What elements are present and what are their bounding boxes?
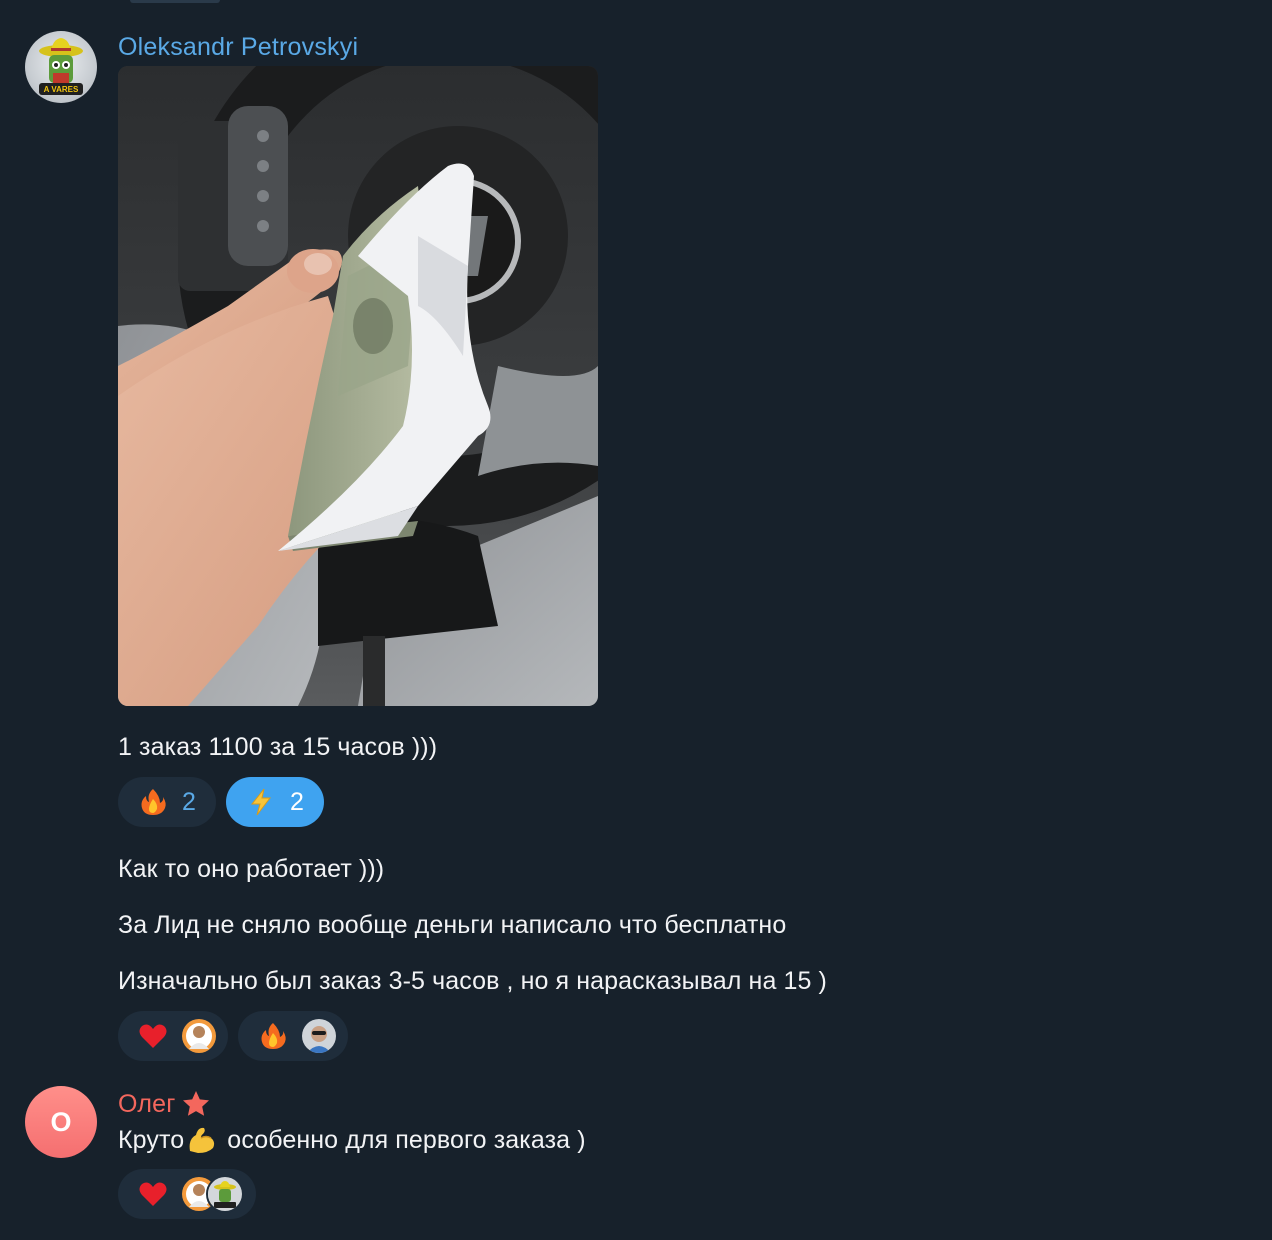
reaction-heart[interactable] — [118, 1169, 256, 1219]
avatar[interactable]: О — [25, 1086, 97, 1158]
avatar-logo-text: A VARES — [44, 85, 79, 94]
sombrero-avatar-icon — [206, 1175, 244, 1213]
message-caption: 1 заказ 1100 за 15 часов ))) — [118, 733, 438, 761]
previous-message-edge — [130, 0, 220, 3]
user-avatar-sunglasses — [300, 1017, 338, 1055]
reaction-fire[interactable] — [238, 1011, 348, 1061]
message-text-end: особенно для первого заказа ) — [220, 1125, 586, 1154]
photo-attachment[interactable] — [118, 66, 598, 706]
cash-envelope-photo — [118, 66, 598, 706]
fire-icon — [138, 787, 168, 817]
sender-name-row[interactable]: Олег — [118, 1089, 211, 1119]
heart-icon — [138, 1021, 168, 1051]
reaction-count: 2 — [182, 787, 196, 816]
reaction-heart[interactable] — [118, 1011, 228, 1061]
fire-icon — [258, 1021, 288, 1051]
star-icon — [181, 1089, 211, 1119]
message-text-line: Как то оно работает ))) — [118, 855, 385, 883]
heart-icon — [138, 1179, 168, 1209]
lightning-icon — [246, 787, 276, 817]
message-text-line: За Лид не сняло вообще деньги написало ч… — [118, 911, 787, 939]
chat-view: A VARES Oleksandr Petrovskyi 1 заказ 110… — [0, 0, 1272, 1240]
message-text: Круто особенно для первого заказа ) — [118, 1125, 586, 1155]
sender-name: Олег — [118, 1089, 176, 1118]
sender-name[interactable]: Oleksandr Petrovskyi — [118, 33, 358, 62]
reaction-fire[interactable]: 2 — [118, 777, 216, 827]
message-text-line: Изначально был заказ 3-5 часов , но я на… — [118, 967, 827, 995]
flexed-biceps-icon — [186, 1125, 218, 1155]
reaction-count: 2 — [290, 787, 304, 816]
reaction-lightning[interactable]: 2 — [226, 777, 324, 827]
sombrero-avatar-icon[interactable]: A VARES — [25, 31, 97, 103]
message-text-start: Круто — [118, 1125, 185, 1154]
user-avatar-orange — [180, 1017, 218, 1055]
